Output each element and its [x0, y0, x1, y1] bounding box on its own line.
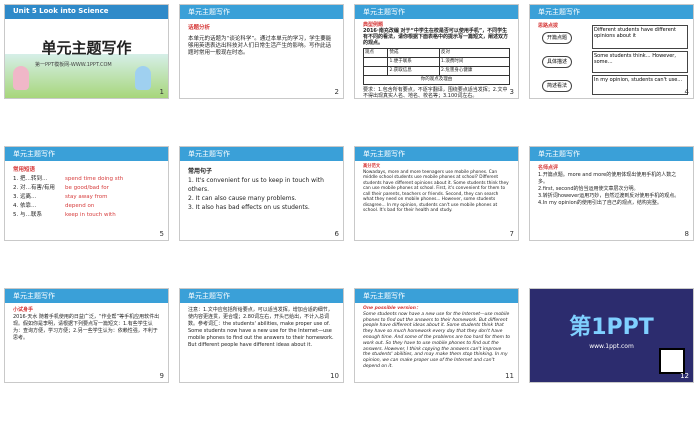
phrase: 4. 依靠… — [13, 203, 37, 209]
sentence: 2. It can also cause many problems. — [188, 195, 297, 202]
phrase-answer: be good/bad for — [65, 185, 109, 191]
qr-code — [659, 348, 685, 374]
kid-figure — [135, 66, 151, 90]
brand-logo: 第1PPT — [569, 315, 654, 340]
slide-number: 11 — [505, 372, 514, 380]
slide-thumbnail-2[interactable]: 单元主题写作 话题分析 本单元的话题为“谈论科学”。通过本单元的学习，学生要能够… — [179, 4, 344, 99]
slide-1-footer: 第一PPT模板网-WWW.1PPT.COM — [35, 62, 112, 68]
slide-title: 单元主题写作 — [13, 150, 55, 158]
slide-number: 6 — [334, 230, 339, 238]
slide-thumbnail-9[interactable]: 单元主题写作 小试身手 2016·天水 随着手机使用的日益广泛，“作业帮”等手机… — [4, 288, 169, 383]
slide-thumbnail-1[interactable]: Unit 5 Look into Science 单元主题写作 第一PPT模板网… — [4, 4, 169, 99]
slide-title: 单元主题写作 — [538, 8, 580, 16]
phrase: 3. 远离… — [13, 194, 37, 200]
slide-title: 单元主题写作 — [363, 8, 405, 16]
slide-thumbnail-4[interactable]: 单元主题写作 思路点拨 开篇点题 具体描述 简述看法 Different stu… — [529, 4, 694, 99]
requirements: 要求：1.包含所有要点，不逐字翻译，围绕要点适当发挥；2.文中不得出现真实人名、… — [363, 87, 508, 99]
slide-number: 10 — [330, 372, 339, 380]
phrase-answer: depend on — [65, 203, 95, 209]
model-essay: Nowadays, more and more teenagers use mo… — [363, 169, 509, 214]
comment-point: 4.In my opinion的使用引出了自己的观点，结构完整。 — [538, 200, 662, 206]
outline-box: 简述看法 — [542, 80, 572, 92]
slide-number: 5 — [159, 230, 164, 238]
sentence: 1. It's convenient for us to keep in tou… — [188, 177, 324, 193]
slide-title: 单元主题写作 — [188, 150, 230, 158]
slide-number: 4 — [684, 88, 689, 96]
slide-number: 12 — [680, 372, 689, 380]
slide-thumbnail-3[interactable]: 单元主题写作 典型例题 2016·南充改编 对于“中学生在校是否可以使用手机”，… — [354, 4, 519, 99]
comment-point: 3.转折词however运用巧妙，自然过渡到反对使用手机的观点。 — [538, 193, 680, 199]
slide-title: 单元主题写作 — [363, 150, 405, 158]
table-cell: 2.危害身心健康 — [439, 66, 510, 76]
slide-title: 单元主题写作 — [538, 150, 580, 158]
sample-answer: Some students now have a new use for the… — [363, 311, 510, 369]
hint-box: Different students have different opinio… — [592, 25, 688, 49]
slide-number: 3 — [509, 88, 514, 96]
slide-title: 单元主题写作 — [363, 292, 405, 300]
phrase-answer: stay away from — [65, 194, 108, 200]
phrase: 2. 对…有害/有用 — [13, 185, 55, 191]
table-cell: 1.便于联系 — [387, 57, 441, 67]
table-cell: 你的观点及理由 — [363, 75, 510, 85]
section-label: 常用短语 — [13, 167, 36, 173]
example-prompt: 2016·南充改编 对于“中学生在校是否可以使用手机”，不同学生有不同的看法，请… — [363, 28, 509, 46]
opinion-table: 观点 赞成 反对 1.便于联系 1.浪费时间 2.获取信息 2.危害身心健康 你的观点及… — [362, 48, 510, 85]
phrase-row: 5. 与…联系 keep in touch with — [13, 212, 160, 221]
slide-thumbnail-11[interactable]: 单元主题写作 One possible version： Some studen… — [354, 288, 519, 383]
practice-notes: 注意：1.文中应包括所给要点，可以适当发挥，增加合适的细节，使内容更连贯，更合理… — [188, 307, 334, 348]
table-cell: 2.获取信息 — [387, 66, 441, 76]
section-label: 话题分析 — [188, 25, 211, 31]
slide-number: 9 — [159, 372, 164, 380]
slide-number: 1 — [159, 88, 164, 96]
phrase-answer: spend time doing sth — [65, 176, 124, 182]
practice-text: 2016·天水 随着手机使用的日益广泛，“作业帮”等手机应用软件出现。假如你是李… — [13, 314, 160, 341]
phrase-row: 3. 远离… stay away from — [13, 194, 160, 203]
slide-title: 单元主题写作 — [188, 292, 230, 300]
slide-number: 8 — [684, 230, 689, 238]
outline-box: 开篇点题 — [542, 32, 572, 44]
phrase-answer: keep in touch with — [65, 212, 116, 218]
sentence: 3. It also has bad effects on us student… — [188, 204, 310, 211]
outline-box: 具体描述 — [542, 56, 572, 68]
table-cell: 反对 — [439, 48, 510, 58]
slide-thumbnail-12[interactable]: 第1PPT www.1ppt.com 12 — [529, 288, 694, 383]
section-label: 思路点拨 — [538, 23, 559, 29]
section-label: 常用句子 — [188, 168, 213, 175]
slide-1-unit-title: Unit 5 Look into Science — [13, 7, 109, 15]
slide-thumbnail-5[interactable]: 单元主题写作 常用短语 1. 把…转到… spend time doing sth… — [4, 146, 169, 241]
slide-1-heading: 单元主题写作 — [41, 39, 132, 57]
table-cell: 观点 — [362, 48, 389, 58]
comment-point: 2.first, second的恰当运用使文章层次分明。 — [538, 186, 639, 192]
slide-title: 单元主题写作 — [13, 292, 55, 300]
slide-thumbnail-7[interactable]: 单元主题写作 高分范文 Nowadays, more and more teen… — [354, 146, 519, 241]
slide-title: 单元主题写作 — [188, 8, 230, 16]
kid-figure — [13, 66, 29, 90]
section-label: 名师点评 — [538, 165, 559, 171]
slide-thumbnail-6[interactable]: 单元主题写作 常用句子 1. It's convenient for us to… — [179, 146, 344, 241]
slide-number: 2 — [334, 88, 339, 96]
phrase-row: 2. 对…有害/有用 be good/bad for — [13, 185, 160, 194]
slide-thumbnail-8[interactable]: 单元主题写作 名师点评 1.开篇点题。more and more的使用体现出使用… — [529, 146, 694, 241]
hint-box: In my opinion, students can't use… — [592, 75, 688, 95]
comment-point: 1.开篇点题。more and more的使用体现出使用手机的人数之多。 — [538, 172, 677, 185]
table-cell: 1.浪费时间 — [439, 57, 510, 67]
hint-box: Some students think… However, some… — [592, 51, 688, 73]
phrase: 5. 与…联系 — [13, 212, 42, 218]
section-label: 小试身手 — [13, 307, 34, 313]
table-cell: 赞成 — [387, 48, 441, 58]
phrase: 1. 把…转到… — [13, 176, 48, 182]
slide-number: 7 — [509, 230, 514, 238]
phrase-row: 4. 依靠… depend on — [13, 203, 160, 212]
phrase-row: 1. 把…转到… spend time doing sth — [13, 176, 160, 185]
slide-thumbnail-10[interactable]: 单元主题写作 注意：1.文中应包括所给要点，可以适当发挥，增加合适的细节，使内容… — [179, 288, 344, 383]
topic-analysis-text: 本单元的话题为“谈论科学”。通过本单元的学习，学生要能够用英语表达出科技对人们日… — [188, 36, 332, 56]
